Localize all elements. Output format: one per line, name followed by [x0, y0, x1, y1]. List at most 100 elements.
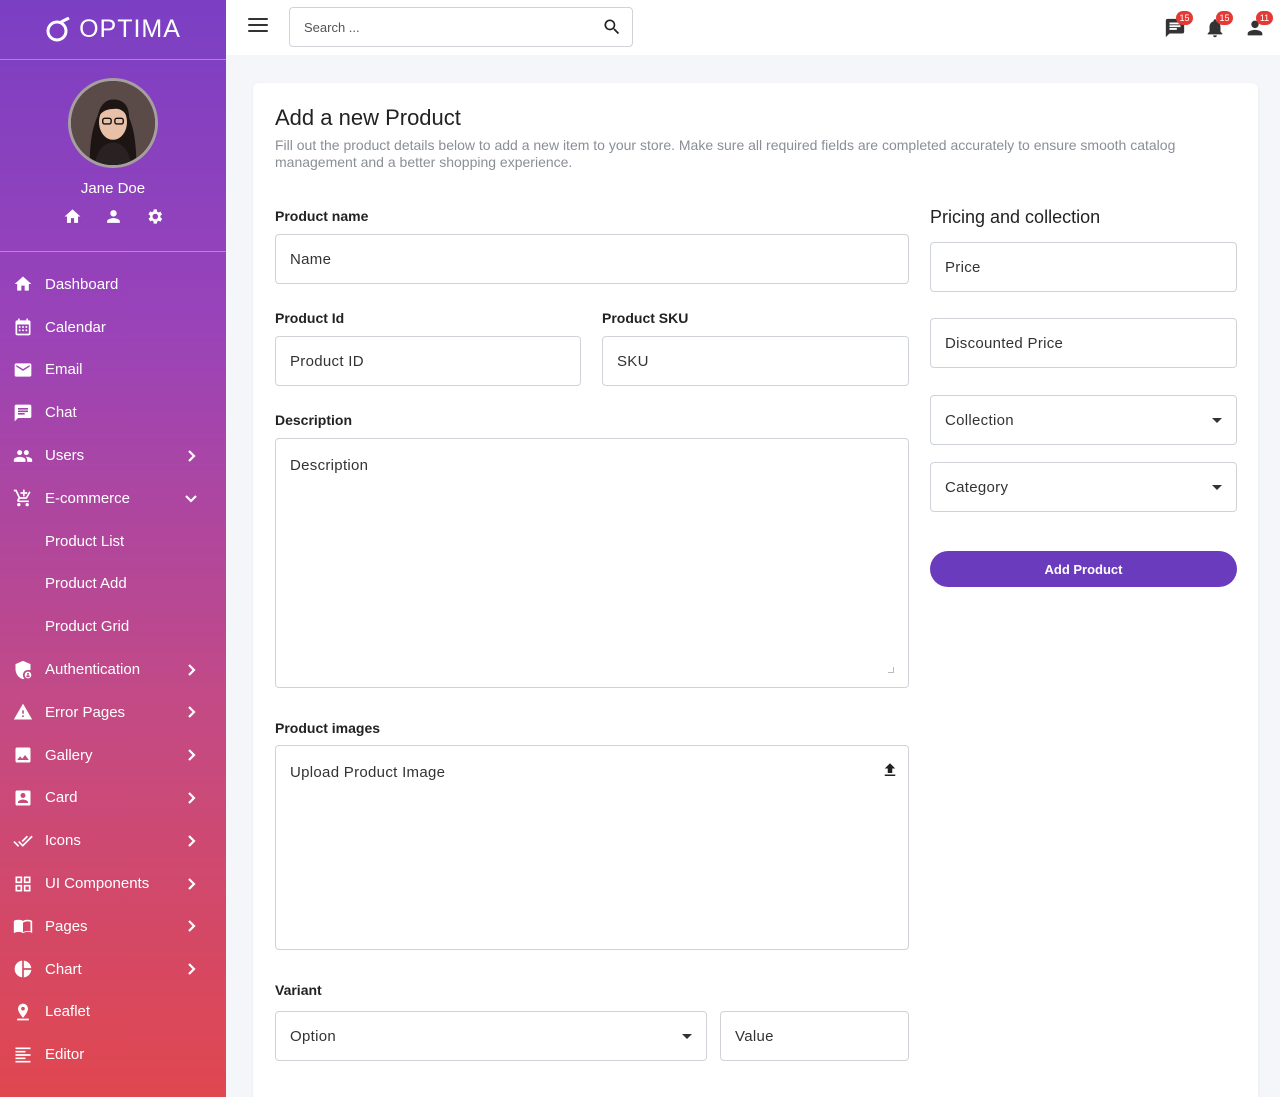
warning-icon — [13, 704, 33, 720]
product-name-input[interactable]: Name — [275, 234, 909, 284]
placeholder-text: Price — [945, 258, 981, 276]
product-sku-label: Product SKU — [602, 310, 689, 326]
book-icon — [13, 920, 33, 934]
sidebar-item-label: Editor — [45, 1046, 85, 1064]
topbar: 15 15 11 — [226, 0, 1280, 55]
gear-icon[interactable] — [145, 207, 164, 226]
sidebar-item-pages[interactable]: Pages — [0, 905, 226, 948]
calendar-icon — [15, 318, 31, 336]
variant-option-select[interactable]: Option — [275, 1011, 707, 1061]
sidebar-item-card[interactable]: Card — [0, 777, 226, 820]
sidebar-subitem-product-grid[interactable]: Product Grid — [0, 605, 226, 648]
product-name-label: Product name — [275, 208, 369, 224]
sidebar-item-label: Calendar — [45, 318, 106, 336]
notifications-badge: 15 — [1216, 11, 1233, 25]
sidebar-nav: Dashboard Calendar Email Chat Users E-co… — [0, 252, 226, 1076]
sidebar-item-label: Product Grid — [45, 618, 130, 636]
placeholder-text: Collection — [945, 411, 1014, 429]
sidebar-item-label: Email — [45, 361, 83, 379]
sidebar-item-chat[interactable]: Chat — [0, 391, 226, 434]
placeholder-text: SKU — [617, 352, 649, 370]
sidebar-item-authentication[interactable]: Authentication — [0, 648, 226, 691]
chevron-right-icon — [184, 834, 198, 848]
placeholder-text: Name — [290, 250, 332, 268]
notifications-button[interactable]: 15 — [1204, 11, 1233, 38]
sidebar-item-ecommerce[interactable]: E-commerce — [0, 477, 226, 520]
placeholder-text: Category — [945, 478, 1009, 496]
add-product-button[interactable]: Add Product — [930, 551, 1237, 587]
product-form-card: Add a new Product Fill out the product d… — [253, 83, 1258, 1097]
sidebar-item-label: Leaflet — [45, 1003, 91, 1021]
person-icon[interactable] — [104, 207, 123, 226]
sidebar-item-chart[interactable]: Chart — [0, 948, 226, 991]
search-box — [289, 7, 633, 47]
product-image-upload[interactable]: Upload Product Image — [275, 745, 909, 950]
collection-select[interactable]: Collection — [930, 395, 1237, 445]
chevron-right-icon — [184, 919, 198, 933]
messages-badge: 15 — [1176, 11, 1193, 25]
sidebar-item-error-pages[interactable]: Error Pages — [0, 691, 226, 734]
sidebar-item-label: Error Pages — [45, 703, 126, 721]
sidebar-item-label: Gallery — [45, 746, 93, 764]
sidebar: OPTIMA Jane Doe Dashboard Calendar Email… — [0, 0, 226, 1097]
users-icon — [13, 449, 33, 462]
sidebar-item-dashboard[interactable]: Dashboard — [0, 263, 226, 306]
product-id-input[interactable]: Product ID — [275, 336, 581, 386]
sidebar-item-editor[interactable]: Editor — [0, 1033, 226, 1076]
check-icon — [13, 835, 33, 847]
search-input[interactable] — [290, 19, 592, 35]
sidebar-item-gallery[interactable]: Gallery — [0, 734, 226, 777]
caret-down-icon — [682, 1033, 692, 1039]
discounted-price-input[interactable]: Discounted Price — [930, 318, 1237, 368]
avatar[interactable] — [68, 78, 158, 168]
messages-button[interactable]: 15 — [1164, 11, 1193, 38]
hamburger-menu-icon[interactable] — [248, 18, 268, 36]
description-textarea[interactable]: Description — [275, 438, 909, 688]
product-id-label: Product Id — [275, 310, 345, 326]
sidebar-item-users[interactable]: Users — [0, 434, 226, 477]
contact-card-icon — [15, 790, 31, 806]
optima-logo-icon — [46, 16, 70, 41]
account-badge: 11 — [1256, 11, 1273, 25]
sidebar-item-email[interactable]: Email — [0, 349, 226, 392]
sidebar-subitem-product-add[interactable]: Product Add — [0, 563, 226, 606]
sidebar-item-label: Chart — [45, 960, 82, 978]
category-select[interactable]: Category — [930, 462, 1237, 512]
resize-handle[interactable] — [888, 667, 894, 673]
upload-icon[interactable] — [881, 761, 899, 779]
chevron-right-icon — [184, 791, 198, 805]
sidebar-subitem-product-list[interactable]: Product List — [0, 520, 226, 563]
profile-panel: Jane Doe — [0, 60, 226, 252]
email-icon — [14, 363, 32, 377]
caret-down-icon — [1212, 417, 1222, 423]
sidebar-item-label: Card — [45, 789, 78, 807]
cart-icon — [13, 490, 31, 507]
sidebar-item-label: UI Components — [45, 875, 150, 893]
sidebar-item-label: Product Add — [45, 575, 127, 593]
chevron-down-icon — [184, 491, 198, 505]
sidebar-item-leaflet[interactable]: Leaflet — [0, 991, 226, 1034]
product-sku-input[interactable]: SKU — [602, 336, 909, 386]
account-button[interactable]: 11 — [1244, 11, 1273, 38]
chevron-right-icon — [184, 962, 198, 976]
caret-down-icon — [1212, 484, 1222, 490]
sidebar-item-calendar[interactable]: Calendar — [0, 306, 226, 349]
sidebar-item-icons[interactable]: Icons — [0, 819, 226, 862]
variant-value-input[interactable]: Value — [720, 1011, 909, 1061]
page-title: Add a new Product — [275, 105, 461, 130]
price-input[interactable]: Price — [930, 242, 1237, 292]
map-pin-icon — [17, 1003, 29, 1021]
home-icon — [14, 276, 32, 292]
sidebar-item-ui-components[interactable]: UI Components — [0, 862, 226, 905]
brand[interactable]: OPTIMA — [0, 0, 226, 60]
description-label: Description — [275, 412, 353, 428]
home-icon[interactable] — [63, 207, 82, 226]
pie-chart-icon — [14, 960, 32, 978]
pricing-section-title: Pricing and collection — [930, 207, 1101, 227]
sidebar-item-label: Pages — [45, 917, 88, 935]
search-icon[interactable] — [592, 17, 632, 37]
variant-label: Variant — [275, 982, 322, 998]
placeholder-text: Upload Product Image — [290, 764, 446, 781]
sidebar-item-label: Dashboard — [45, 275, 119, 293]
product-images-label: Product images — [275, 720, 381, 736]
